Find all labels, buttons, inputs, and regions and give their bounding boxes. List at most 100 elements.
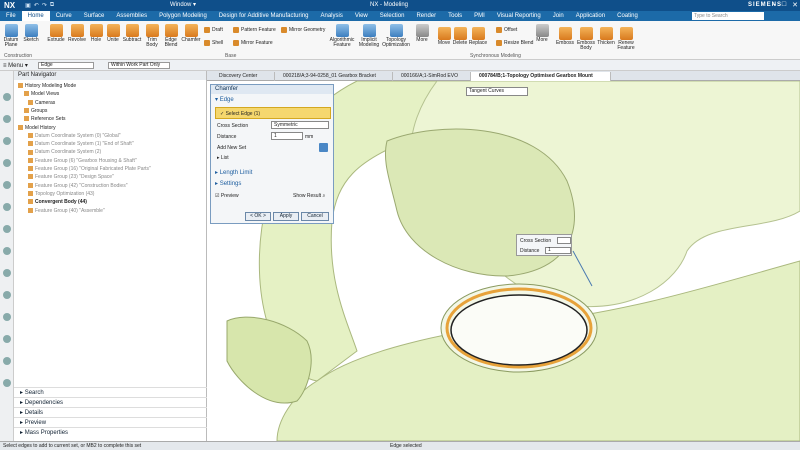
reuse-library-icon[interactable]: [3, 159, 11, 167]
tab-application[interactable]: Application: [570, 11, 611, 21]
edge-blend-button[interactable]: Edge Blend: [161, 24, 181, 48]
revolve-button[interactable]: Revolve: [67, 24, 87, 43]
constraint-navigator-icon[interactable]: [3, 137, 11, 145]
assembly-navigator-icon[interactable]: [3, 115, 11, 123]
process-studio-icon[interactable]: [3, 225, 11, 233]
web-browser-icon[interactable]: [3, 181, 11, 189]
tree-row[interactable]: History Modeling Mode: [18, 82, 76, 90]
length-limit-section[interactable]: ▸ Length Limit: [215, 169, 252, 176]
section-preview[interactable]: ▸ Preview: [14, 417, 207, 427]
type-filter-select[interactable]: Edge: [38, 62, 94, 69]
select-edge-field[interactable]: ✓ Select Edge (1): [215, 107, 331, 119]
distance-input[interactable]: 1: [271, 132, 303, 140]
tree-row[interactable]: Datum Coordinate System (0) "Global": [28, 132, 121, 140]
delete-button[interactable]: Delete: [452, 27, 468, 46]
analysis-icon[interactable]: [3, 335, 11, 343]
mini-cross-section-select[interactable]: [557, 237, 571, 244]
offset-button[interactable]: Offset: [496, 27, 517, 33]
section-details[interactable]: ▸ Details: [14, 407, 207, 417]
tab-gearbox-bracket[interactable]: 000218/A;3-94-0258_01 Gearbox Bracket: [275, 72, 393, 81]
tab-discovery-center[interactable]: Discovery Center: [211, 72, 275, 81]
edge-section-header[interactable]: ▾ Edge: [215, 96, 234, 103]
tab-polygon-modeling[interactable]: Polygon Modeling: [153, 11, 213, 21]
cancel-button[interactable]: Cancel: [301, 212, 329, 221]
section-search[interactable]: ▸ Search: [14, 387, 207, 397]
menu-button[interactable]: ≡ Menu ▾: [3, 62, 28, 69]
tab-view[interactable]: View: [349, 11, 374, 21]
redo-icon[interactable]: ↷: [42, 2, 47, 9]
preview-checkbox[interactable]: ☑ Preview: [215, 193, 239, 199]
tab-join[interactable]: Join: [547, 11, 570, 21]
cross-section-select[interactable]: Symmetric: [271, 121, 329, 129]
subtract-button[interactable]: Subtract: [121, 24, 143, 43]
datum-plane-button[interactable]: Datum Plane: [2, 24, 20, 48]
more-button[interactable]: More: [414, 24, 430, 43]
tab-gearbox-mount[interactable]: 000784/B;1-Topology Optimised Gearbox Mo…: [471, 72, 611, 81]
shell-button[interactable]: Shell: [204, 40, 223, 46]
close-icon[interactable]: ✕: [792, 1, 798, 9]
tab-visual-reporting[interactable]: Visual Reporting: [491, 11, 547, 21]
implicit-modeling-button[interactable]: Implicit Modeling: [357, 24, 381, 48]
tab-curve[interactable]: Curve: [50, 11, 78, 21]
tree-row[interactable]: Feature Group (40) "Assemble": [28, 207, 105, 215]
tree-row[interactable]: Model History: [18, 124, 56, 132]
tree-row[interactable]: Convergent Body (44): [28, 198, 87, 206]
tab-analysis[interactable]: Analysis: [315, 11, 349, 21]
globe-icon[interactable]: [3, 379, 11, 387]
tree-row[interactable]: Datum Coordinate System (2): [28, 148, 101, 156]
pattern-feature-button[interactable]: Pattern Feature: [233, 27, 276, 33]
tab-assemblies[interactable]: Assemblies: [110, 11, 153, 21]
copy-icon[interactable]: ⧉: [50, 2, 54, 9]
topology-optimization-button[interactable]: Topology Optimization: [381, 24, 411, 48]
clock-icon[interactable]: [3, 357, 11, 365]
tab-coating[interactable]: Coating: [611, 11, 644, 21]
tab-file[interactable]: File: [0, 11, 22, 21]
mirror-feature-button[interactable]: Mirror Feature: [233, 40, 273, 46]
section-dependencies[interactable]: ▸ Dependencies: [14, 397, 207, 407]
tab-dfam[interactable]: Design for Additive Manufacturing: [213, 11, 315, 21]
tree-row[interactable]: Groups: [24, 107, 47, 115]
undo-icon[interactable]: ↶: [34, 2, 39, 9]
mini-distance-input[interactable]: 1: [545, 247, 571, 254]
selection-scope-select[interactable]: Within Work Part Only: [108, 62, 170, 69]
minimize-icon[interactable]: –: [772, 1, 776, 9]
visual-reporting-icon[interactable]: [3, 313, 11, 321]
system-materials-icon[interactable]: [3, 269, 11, 277]
command-search-input[interactable]: Type to Search: [692, 12, 764, 20]
tab-simrod-evo[interactable]: 000166/A;1-SimRod EVO: [393, 72, 471, 81]
tree-row[interactable]: Topology Optimization (43): [28, 190, 94, 198]
window-menu[interactable]: Window ▾: [170, 1, 196, 8]
replace-button[interactable]: Replace: [468, 27, 488, 46]
roles-icon[interactable]: [3, 247, 11, 255]
section-mass-properties[interactable]: ▸ Mass Properties: [14, 427, 207, 437]
tab-render[interactable]: Render: [410, 11, 442, 21]
ok-button[interactable]: < OK >: [245, 212, 271, 221]
tree-row[interactable]: Feature Group (16) "Original Fabricated …: [28, 165, 151, 173]
tree-row[interactable]: Cameras: [28, 99, 55, 107]
hole-button[interactable]: Hole: [88, 24, 104, 43]
unite-button[interactable]: Unite: [105, 24, 121, 43]
tab-pmi[interactable]: PMI: [468, 11, 491, 21]
sketch-button[interactable]: Sketch: [22, 24, 40, 43]
tab-selection[interactable]: Selection: [374, 11, 411, 21]
save-icon[interactable]: ▣: [25, 2, 31, 9]
renew-feature-button[interactable]: Renew Feature: [616, 27, 636, 51]
settings-section[interactable]: ▸ Settings: [215, 180, 241, 187]
algorithmic-feature-button[interactable]: Algorithmic Feature: [327, 24, 357, 48]
part-navigator-icon[interactable]: [3, 93, 11, 101]
trim-body-button[interactable]: Trim Body: [143, 24, 161, 48]
emboss-button[interactable]: Emboss: [554, 27, 576, 46]
apply-button[interactable]: Apply: [273, 212, 299, 221]
history-icon[interactable]: [3, 203, 11, 211]
tree-row[interactable]: Feature Group (6) "Gearbox Housing & Sha…: [28, 157, 137, 165]
list-expander[interactable]: ▸ List: [217, 155, 229, 161]
more-sync-button[interactable]: More: [534, 24, 550, 43]
thicken-button[interactable]: Thicken: [596, 27, 616, 46]
resize-blend-button[interactable]: Resize Blend: [496, 40, 533, 46]
add-new-set-button[interactable]: [319, 143, 328, 152]
tree-row[interactable]: Feature Group (42) "Construction Bodies": [28, 182, 127, 190]
tab-home[interactable]: Home: [21, 11, 50, 21]
show-result-button[interactable]: Show Result ⌕: [293, 193, 325, 199]
mirror-geometry-button[interactable]: Mirror Geometry: [281, 27, 325, 33]
tree-row[interactable]: Datum Coordinate System (1) "End of Shaf…: [28, 140, 134, 148]
